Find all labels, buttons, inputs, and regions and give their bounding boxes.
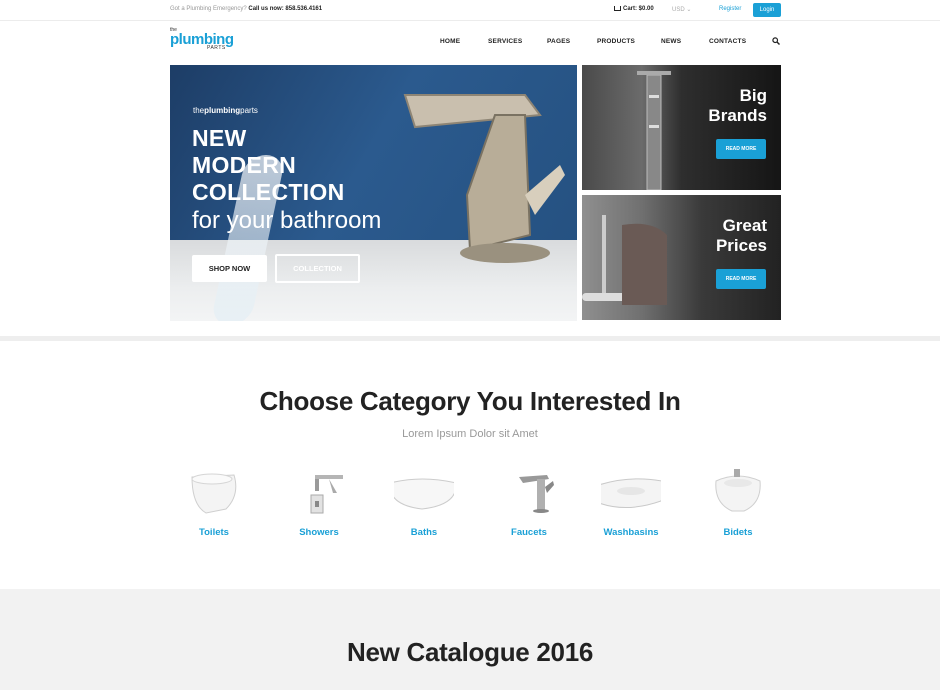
- promo-big-brands: Big Brands READ MORE: [582, 65, 781, 190]
- hero-brand-suffix: parts: [240, 106, 258, 115]
- hero-brand: theplumbingparts: [193, 106, 258, 115]
- category-washbasins[interactable]: Washbasins: [586, 465, 676, 545]
- top-bar: Got a Plumbing Emergency? Call us now: 8…: [0, 0, 940, 21]
- category-showers[interactable]: Showers: [274, 465, 364, 545]
- category-bidets[interactable]: Bidets: [693, 465, 783, 545]
- toilet-icon: [191, 473, 237, 514]
- category-label: Faucets: [511, 527, 547, 538]
- category-label: Bidets: [723, 527, 753, 538]
- register-link[interactable]: Register: [719, 6, 741, 12]
- shop-now-button[interactable]: SHOP NOW: [192, 255, 267, 282]
- nav-contacts[interactable]: CONTACTS: [709, 38, 746, 45]
- hero-title-line: NEW: [192, 125, 247, 151]
- nav-pages[interactable]: PAGES: [547, 38, 570, 45]
- catalogue-title: New Catalogue 2016: [346, 637, 594, 667]
- promo-title: Great Prices: [715, 216, 767, 255]
- nav-services[interactable]: SERVICES: [488, 38, 522, 45]
- site-logo[interactable]: the plumbing PARTS: [170, 27, 242, 53]
- cart-icon: [614, 6, 621, 11]
- phone-number[interactable]: Call us now: 858.536.4161: [248, 6, 322, 12]
- nav-products[interactable]: PRODUCTS: [597, 38, 635, 45]
- category-label: Showers: [299, 527, 339, 538]
- hero-title-line: COLLECTION: [192, 179, 345, 205]
- promo-great-prices: Great Prices READ MORE: [582, 195, 781, 320]
- chevron-down-icon: ⌄: [686, 7, 692, 13]
- category-label: Toilets: [199, 527, 229, 538]
- cart-link[interactable]: Cart: $0.00: [614, 6, 654, 12]
- cart-total: Cart: $0.00: [623, 6, 654, 12]
- bathtub-icon: [394, 478, 454, 510]
- hero-banner: theplumbingparts NEW MODERN COLLECTION f…: [170, 65, 577, 321]
- category-baths[interactable]: Baths: [379, 465, 469, 545]
- nav-news[interactable]: NEWS: [661, 38, 681, 45]
- shower-icon: [310, 475, 343, 514]
- section-divider: [0, 336, 940, 341]
- category-faucets[interactable]: Faucets: [484, 465, 574, 545]
- towel-bar-image: [582, 215, 667, 305]
- emergency-label: Got a Plumbing Emergency?: [170, 6, 247, 12]
- read-more-button[interactable]: READ MORE: [716, 269, 766, 289]
- emergency-notice: Got a Plumbing Emergency? Call us now: 8…: [170, 6, 322, 12]
- category-heading: Choose Category You Interested In: [259, 386, 681, 416]
- washbasin-icon: [601, 478, 661, 509]
- shower-panel-image: [637, 71, 671, 190]
- currency-value: USD: [672, 7, 685, 13]
- collection-button[interactable]: COLLECTION: [275, 254, 360, 283]
- category-label: Baths: [410, 527, 438, 538]
- category-label: Washbasins: [603, 527, 659, 538]
- logo-parts: PARTS: [207, 45, 226, 51]
- hero-brand-bold: plumbing: [204, 106, 241, 115]
- hero-brand-prefix: the: [193, 106, 205, 115]
- hero-title: NEW MODERN COLLECTION: [192, 125, 345, 206]
- faucet-image: [403, 94, 565, 263]
- faucet-icon: [519, 475, 554, 513]
- promo-title: Big Brands: [708, 86, 767, 125]
- nav-home[interactable]: HOME: [440, 38, 460, 45]
- bidet-icon: [715, 469, 761, 512]
- hero-title-line: MODERN: [192, 152, 297, 178]
- hero-subtitle: for your bathroom: [192, 207, 382, 234]
- category-subheading: Lorem Ipsum Dolor sit Amet: [402, 428, 538, 440]
- category-toilets[interactable]: Toilets: [169, 465, 259, 545]
- currency-select[interactable]: USD ⌄: [672, 6, 691, 13]
- search-icon[interactable]: [772, 37, 780, 45]
- catalogue-section: New Catalogue 2016: [0, 589, 940, 690]
- read-more-button[interactable]: READ MORE: [716, 139, 766, 159]
- login-button[interactable]: Login: [753, 3, 781, 17]
